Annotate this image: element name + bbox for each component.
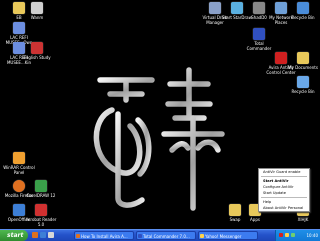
menu-item-guard-enable[interactable]: AntiVir Guard enable (259, 169, 309, 175)
document-icon (13, 22, 25, 34)
firefox-quicklaunch-icon[interactable] (32, 232, 38, 238)
control-panel-icon (13, 152, 25, 164)
desktop-icon[interactable]: My Documents (286, 52, 320, 70)
menu-separator (261, 176, 307, 177)
desktop-icon[interactable]: WinRAR Control Panel (2, 152, 36, 175)
desktop-icon[interactable]: Recycle Bin (286, 76, 320, 94)
window-icon (138, 234, 142, 238)
messenger-tray-icon[interactable] (285, 233, 289, 237)
quicklaunch-icon[interactable] (48, 232, 54, 238)
desktop-icon[interactable]: Recycle Bin (286, 2, 320, 20)
menu-separator (261, 197, 307, 198)
desktop: EB Wanm LAC REFI MUSEE...Own LAC REFI MU… (0, 0, 320, 229)
show-desktop-icon[interactable] (40, 232, 46, 238)
menu-item-about[interactable]: About AntiVir Personal (259, 205, 309, 211)
taskbar: start How To Install Avira A... Total Co… (0, 229, 320, 241)
antivir-context-menu: AntiVir Guard enable Start AntiVir Confi… (258, 168, 310, 212)
folder-icon (297, 52, 309, 64)
desktop-icon[interactable]: Acrobat Reader 5.0 (24, 204, 58, 227)
antivir-tray-icon[interactable] (279, 233, 283, 237)
taskbar-button[interactable]: Yahoo! Messenger (198, 231, 258, 240)
recycle-bin-icon (297, 76, 309, 88)
app-icon (31, 2, 43, 14)
window-icon (200, 234, 204, 238)
window-icon (76, 234, 80, 238)
clock[interactable]: 10:40 (306, 230, 318, 241)
desktop-icon[interactable]: Wanm (20, 2, 54, 20)
network-tray-icon[interactable] (291, 233, 295, 237)
total-commander-icon (253, 28, 265, 40)
taskbar-button[interactable]: How To Install Avira A... (74, 231, 134, 240)
desktop-icon[interactable]: Total Commander (242, 28, 276, 51)
start-button[interactable]: start (0, 230, 28, 241)
desktop-icon[interactable]: CorelDRAW 12 (24, 180, 58, 198)
book-icon (31, 42, 43, 54)
acrobat-icon (35, 204, 47, 216)
system-tray: 10:40 (275, 230, 320, 241)
seal-character-wallpaper (93, 27, 233, 211)
desktop-icon[interactable]: English Study (20, 42, 54, 60)
taskbar-button[interactable]: Total Commander 7.0... (136, 231, 196, 240)
coreldraw-icon (35, 180, 47, 192)
menu-item-start-update[interactable]: Start Update (259, 190, 309, 196)
recycle-bin-icon (297, 2, 309, 14)
